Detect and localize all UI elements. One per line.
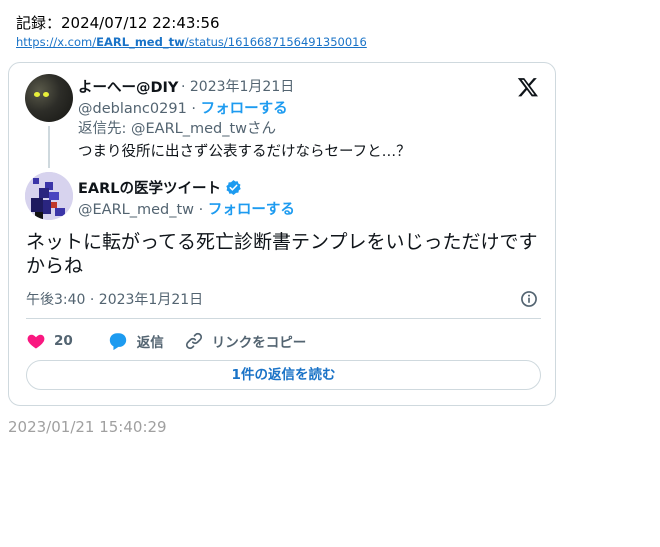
thread-line [48, 126, 50, 168]
like-button[interactable]: 20 [26, 331, 73, 351]
verified-badge-icon [226, 180, 241, 195]
author-follow-button[interactable]: フォローする [208, 202, 295, 218]
author-handle[interactable]: @EARL_med_tw · [78, 202, 203, 218]
avatar-eye-right [43, 92, 49, 97]
quoted-follow-button[interactable]: フォローする [201, 101, 288, 117]
quoted-handle[interactable]: @deblanc0291 · [78, 101, 196, 117]
like-count: 20 [54, 333, 73, 349]
tweet-text: ネットに転がってる死亡診断書テンプレをいじっただけですからね [26, 231, 538, 277]
author-name-row: EARLの医学ツイート [78, 177, 242, 198]
record-timestamp: 記録：2024/07/12 22:43:56 [16, 14, 220, 32]
heart-icon [27, 334, 45, 349]
capture-timestamp: 2023/01/21 15:40:29 [8, 418, 167, 436]
reply-to-label: 返信先: @EARL_med_twさん [78, 121, 277, 137]
avatar-eye-left [34, 92, 40, 97]
source-link-suffix: /status/1616687156491350016 [184, 35, 367, 49]
quoted-date[interactable]: · 2023年1月21日 [181, 76, 294, 96]
x-logo-icon[interactable] [517, 76, 539, 98]
author-name[interactable]: EARLの医学ツイート [78, 177, 221, 198]
reply-label: 返信 [136, 335, 164, 351]
quoted-text: つまり役所に出さず公表するだけならセーフと…？ [78, 144, 411, 160]
author-avatar[interactable] [25, 172, 73, 220]
source-link-user: EARL_med_tw [96, 35, 185, 49]
info-icon[interactable] [519, 289, 539, 309]
tweet-card: よーへー@DIY · 2023年1月21日 @deblanc0291 · フォロ… [8, 62, 556, 406]
quoted-name[interactable]: よーへー@DIY [78, 76, 178, 97]
tweet-time[interactable]: 午後3:40 · 2023年1月21日 [26, 289, 203, 309]
copy-link-button[interactable]: リンクをコピー [184, 331, 307, 351]
source-link-prefix: https://x.com/ [16, 35, 97, 49]
read-replies-button[interactable]: 1件の返信を読む [26, 360, 541, 390]
divider [26, 318, 541, 319]
action-bar: 20 返信 リンクをコピー [26, 329, 326, 353]
quoted-avatar[interactable] [25, 74, 73, 122]
copy-link-label: リンクをコピー [211, 335, 307, 351]
reply-bubble-icon [109, 333, 126, 351]
source-link[interactable]: https://x.com/EARL_med_tw/status/1616687… [16, 35, 367, 49]
reply-button[interactable]: 返信 [107, 331, 164, 351]
author-handle-row: @EARL_med_tw · フォローする [78, 198, 295, 219]
quoted-handle-row: @deblanc0291 · フォローする [78, 97, 288, 118]
author-avatar-art [25, 172, 73, 220]
link-icon [185, 332, 202, 350]
